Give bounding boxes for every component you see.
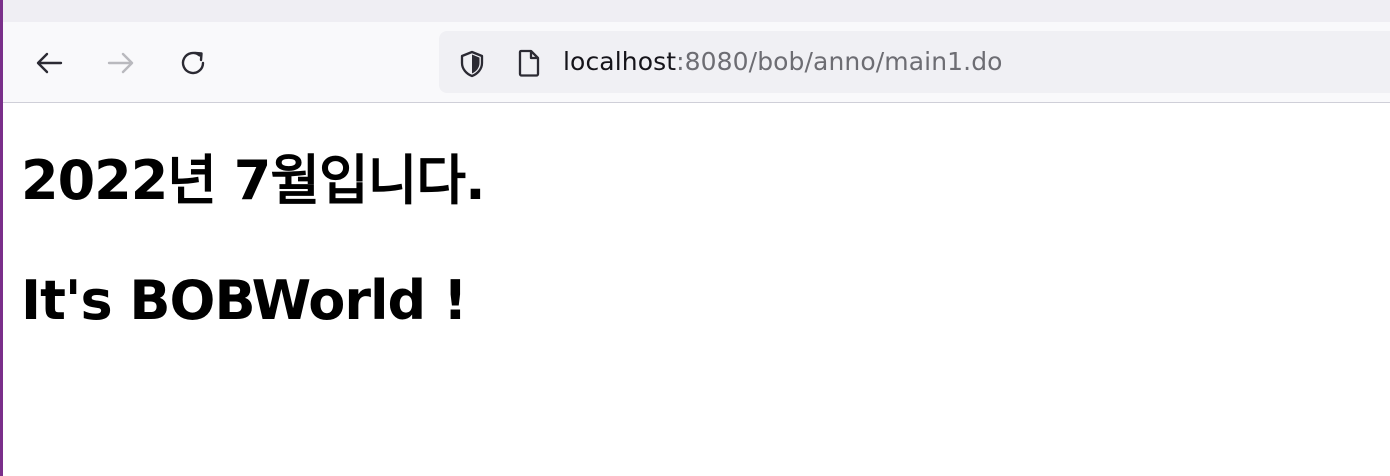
page-heading-welcome: It's BOBWorld ! (21, 269, 468, 332)
navigation-toolbar: localhost:8080/bob/anno/main1.do (3, 22, 1390, 103)
address-bar[interactable]: localhost:8080/bob/anno/main1.do (439, 31, 1390, 93)
shield-icon[interactable] (457, 49, 487, 79)
url-path: :8080/bob/anno/main1.do (676, 47, 1003, 76)
arrow-right-icon (107, 52, 134, 74)
forward-button[interactable] (103, 46, 139, 80)
reload-button[interactable] (175, 46, 211, 80)
tab-strip (3, 0, 1390, 22)
back-button[interactable] (31, 46, 67, 80)
reload-icon (181, 51, 205, 75)
url-host: localhost (563, 47, 677, 76)
arrow-left-icon (36, 52, 63, 74)
page-heading-date: 2022년 7월입니다. (21, 149, 486, 212)
browser-window: localhost:8080/bob/anno/main1.do 2022년 7… (0, 0, 1390, 476)
url-text[interactable]: localhost:8080/bob/anno/main1.do (563, 47, 1003, 77)
page-icon[interactable] (515, 48, 543, 78)
